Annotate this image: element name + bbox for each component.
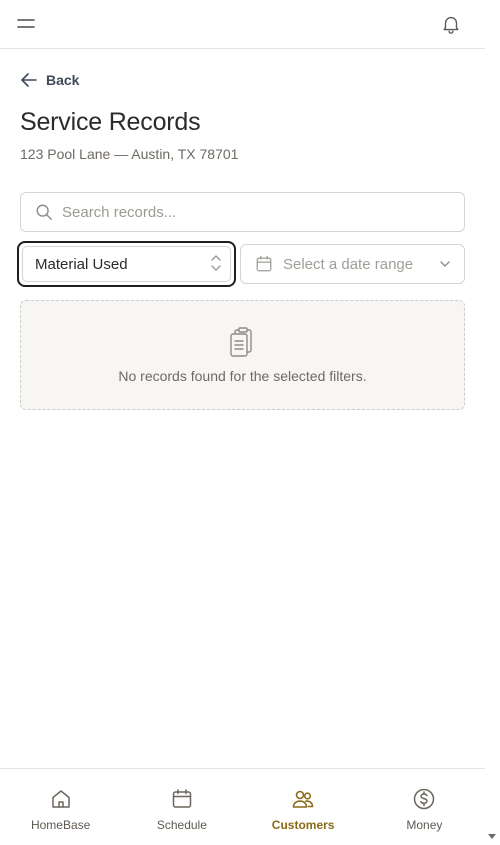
users-icon — [292, 790, 314, 808]
hamburger-icon[interactable] — [16, 14, 38, 34]
arrow-left-icon — [21, 73, 37, 87]
nav-label-homebase: HomeBase — [30, 818, 91, 832]
search-field[interactable] — [20, 192, 465, 232]
scroll-down-arrow-icon[interactable] — [488, 834, 496, 839]
chevron-up-down-icon — [211, 255, 221, 271]
date-range-picker[interactable]: Select a date range — [240, 244, 465, 284]
bottom-nav: HomeBase Schedule Customers Money — [0, 768, 485, 845]
page-scrollbar[interactable] — [485, 0, 500, 845]
page-title: Service Records — [20, 108, 201, 136]
dollar-circle-icon — [414, 788, 435, 810]
clipboard-list-icon — [230, 327, 252, 357]
record-type-select[interactable]: Material Used — [17, 241, 236, 287]
nav-item-schedule[interactable]: Schedule — [121, 769, 242, 845]
bell-icon[interactable] — [440, 13, 462, 35]
empty-state-panel: No records found for the selected filter… — [20, 300, 465, 410]
customer-address: 123 Pool Lane — Austin, TX 78701 — [20, 146, 239, 162]
record-type-select-box: Material Used — [22, 246, 231, 282]
calendar-icon — [256, 255, 272, 272]
nav-label-schedule: Schedule — [156, 818, 207, 832]
home-icon — [51, 790, 70, 808]
search-icon — [36, 204, 52, 220]
search-input[interactable] — [62, 203, 442, 221]
app-frame: Back Service Records 123 Pool Lane — Aus… — [0, 0, 485, 845]
calendar-icon — [172, 789, 192, 808]
empty-state-message: No records found for the selected filter… — [118, 368, 367, 384]
nav-label-customers: Customers — [271, 818, 335, 832]
chevron-down-icon — [440, 261, 450, 267]
date-range-placeholder: Select a date range — [283, 255, 414, 273]
back-label: Back — [46, 72, 80, 88]
nav-item-homebase[interactable]: HomeBase — [0, 769, 121, 845]
nav-item-money[interactable]: Money — [364, 769, 485, 845]
nav-item-customers[interactable]: Customers — [243, 769, 364, 845]
record-type-value: Material Used — [35, 255, 128, 273]
nav-label-money: Money — [406, 818, 443, 832]
back-button[interactable]: Back — [20, 72, 79, 88]
top-bar — [0, 0, 485, 49]
